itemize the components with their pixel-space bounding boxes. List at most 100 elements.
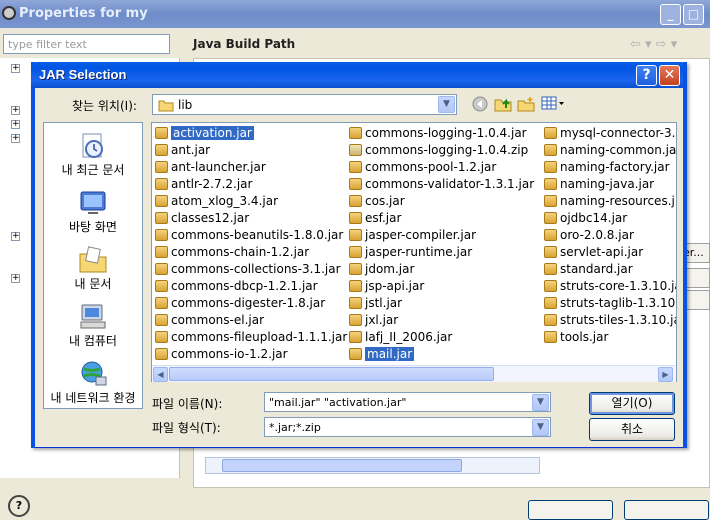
file-type-select[interactable]: *.jar;*.zip ▼ [264, 417, 551, 437]
file-item[interactable]: commons-chain-1.2.jar [155, 244, 309, 261]
file-item[interactable]: ant.jar [155, 142, 210, 159]
file-item[interactable]: naming-resources.j [544, 193, 675, 210]
file-item[interactable]: commons-logging-1.0.4.zip [349, 142, 528, 159]
file-item[interactable]: mysql-connector-3. [544, 125, 675, 142]
file-item[interactable]: struts-core-1.3.10.ja [544, 278, 676, 295]
file-item[interactable]: jasper-compiler.jar [349, 227, 476, 244]
file-item[interactable]: ant-launcher.jar [155, 159, 266, 176]
help-icon[interactable]: ? [8, 495, 30, 517]
filter-input[interactable]: type filter text [3, 34, 170, 54]
file-item[interactable]: commons-collections-3.1.jar [155, 261, 341, 278]
file-item[interactable]: esf.jar [349, 210, 401, 227]
look-in-combo[interactable]: lib ▼ [152, 94, 457, 115]
file-item[interactable]: tools.jar [544, 329, 608, 346]
background-bottom-button[interactable] [624, 500, 709, 520]
maximize-button[interactable]: □ [683, 4, 704, 25]
chevron-down-icon[interactable]: ▼ [438, 96, 455, 113]
network-icon [78, 359, 108, 387]
tree-expand-icon[interactable]: + [11, 120, 20, 129]
tree-expand-icon[interactable]: + [11, 274, 20, 283]
file-item[interactable]: servlet-api.jar [544, 244, 643, 261]
file-item[interactable]: naming-common.ja [544, 142, 676, 159]
look-in-value: lib [178, 98, 193, 112]
file-name: struts-taglib-1.3.10.j [560, 296, 677, 310]
file-item[interactable]: ojdbc14.jar [544, 210, 627, 227]
file-item[interactable]: commons-digester-1.8.jar [155, 295, 325, 312]
back-icon[interactable] [471, 96, 489, 114]
file-name: esf.jar [365, 211, 402, 225]
file-name: ant-launcher.jar [171, 160, 266, 174]
file-item[interactable]: jasper-runtime.jar [349, 244, 472, 261]
file-item[interactable]: struts-tiles-1.3.10.ja [544, 312, 677, 329]
file-item[interactable]: commons-beanutils-1.8.0.jar [155, 227, 343, 244]
file-name: commons-el.jar [171, 313, 264, 327]
file-item[interactable]: naming-factory.jar [544, 159, 670, 176]
file-list[interactable]: activation.jar ant.jar ant-launcher.jar ant… [151, 122, 677, 382]
file-list-horizontal-scrollbar[interactable]: ◀ ▶ [152, 365, 676, 382]
file-item[interactable]: oro-2.0.8.jar [544, 227, 634, 244]
recent-documents-icon [78, 131, 108, 159]
jar-file-icon [349, 127, 362, 139]
file-name: commons-digester-1.8.jar [171, 296, 326, 310]
jar-file-icon [155, 348, 168, 360]
file-item[interactable]: jxl.jar [349, 312, 398, 329]
file-item[interactable]: mail.jar [349, 346, 415, 363]
file-item[interactable]: cos.jar [349, 193, 405, 210]
file-name: jstl.jar [365, 296, 403, 310]
jar-file-icon [155, 263, 168, 275]
back-forward-arrows-icon[interactable]: ⇦ ▾ ⇨ ▾ [630, 37, 677, 52]
file-item[interactable]: antlr-2.7.2.jar [155, 176, 252, 193]
background-bottom-button[interactable] [528, 500, 613, 520]
scroll-left-icon[interactable]: ◀ [153, 367, 168, 382]
place-network[interactable]: 내 네트워크 환경 [44, 359, 142, 406]
chevron-down-icon[interactable]: ▼ [532, 394, 549, 411]
help-button[interactable]: ? [636, 65, 657, 86]
tree-expand-icon[interactable]: + [11, 106, 20, 115]
file-item[interactable]: commons-el.jar [155, 312, 264, 329]
chevron-down-icon[interactable]: ▼ [532, 419, 549, 436]
tree-expand-icon[interactable]: + [11, 232, 20, 241]
file-item[interactable]: struts-taglib-1.3.10.j [544, 295, 677, 312]
file-item[interactable]: jstl.jar [349, 295, 402, 312]
file-item[interactable]: jsp-api.jar [349, 278, 424, 295]
place-desktop[interactable]: 바탕 화면 [44, 188, 142, 235]
place-my-computer[interactable]: 내 컴퓨터 [44, 302, 142, 349]
dialog-titlebar[interactable]: JAR Selection ? ✕ [31, 62, 687, 88]
file-name: naming-resources.j [560, 194, 675, 208]
file-item[interactable]: classes12.jar [155, 210, 249, 227]
file-item[interactable]: atom_xlog_3.4.jar [155, 193, 278, 210]
file-item[interactable]: commons-validator-1.3.1.jar [349, 176, 534, 193]
tree-expand-icon[interactable]: + [11, 134, 20, 143]
background-horizontal-scrollbar[interactable] [205, 457, 540, 474]
up-folder-icon[interactable] [494, 96, 512, 114]
file-item[interactable]: commons-pool-1.2.jar [349, 159, 496, 176]
file-item[interactable]: commons-io-1.2.jar [155, 346, 288, 363]
cancel-button[interactable]: 취소 [589, 418, 675, 441]
place-recent-documents[interactable]: 내 최근 문서 [44, 131, 142, 178]
file-item[interactable]: jdom.jar [349, 261, 414, 278]
file-item[interactable]: commons-dbcp-1.2.1.jar [155, 278, 318, 295]
file-item[interactable]: naming-java.jar [544, 176, 654, 193]
jar-file-icon [349, 263, 362, 275]
file-item[interactable]: lafj_II_2006.jar [349, 329, 452, 346]
file-item[interactable]: commons-fileupload-1.1.1.jar [155, 329, 347, 346]
jar-file-icon [349, 178, 362, 190]
file-name: antlr-2.7.2.jar [171, 177, 253, 191]
open-button[interactable]: 열기(O) [589, 392, 675, 415]
new-folder-icon[interactable] [517, 96, 535, 114]
place-my-documents[interactable]: 내 문서 [44, 245, 142, 292]
file-name: struts-tiles-1.3.10.ja [560, 313, 677, 327]
scroll-thumb[interactable] [169, 367, 494, 381]
file-item[interactable]: activation.jar [155, 125, 254, 142]
view-menu-icon[interactable] [541, 96, 565, 114]
file-name-field[interactable]: "mail.jar" "activation.jar" ▼ [264, 392, 551, 412]
jar-file-icon [349, 331, 362, 343]
file-name: commons-pool-1.2.jar [365, 160, 497, 174]
file-item[interactable]: standard.jar [544, 261, 633, 278]
minimize-button[interactable]: _ [660, 4, 681, 25]
file-item[interactable]: commons-logging-1.0.4.jar [349, 125, 527, 142]
tree-expand-icon[interactable]: + [11, 64, 20, 73]
close-button[interactable]: ✕ [659, 65, 680, 86]
jar-file-icon [544, 263, 557, 275]
scroll-right-icon[interactable]: ▶ [658, 367, 673, 382]
